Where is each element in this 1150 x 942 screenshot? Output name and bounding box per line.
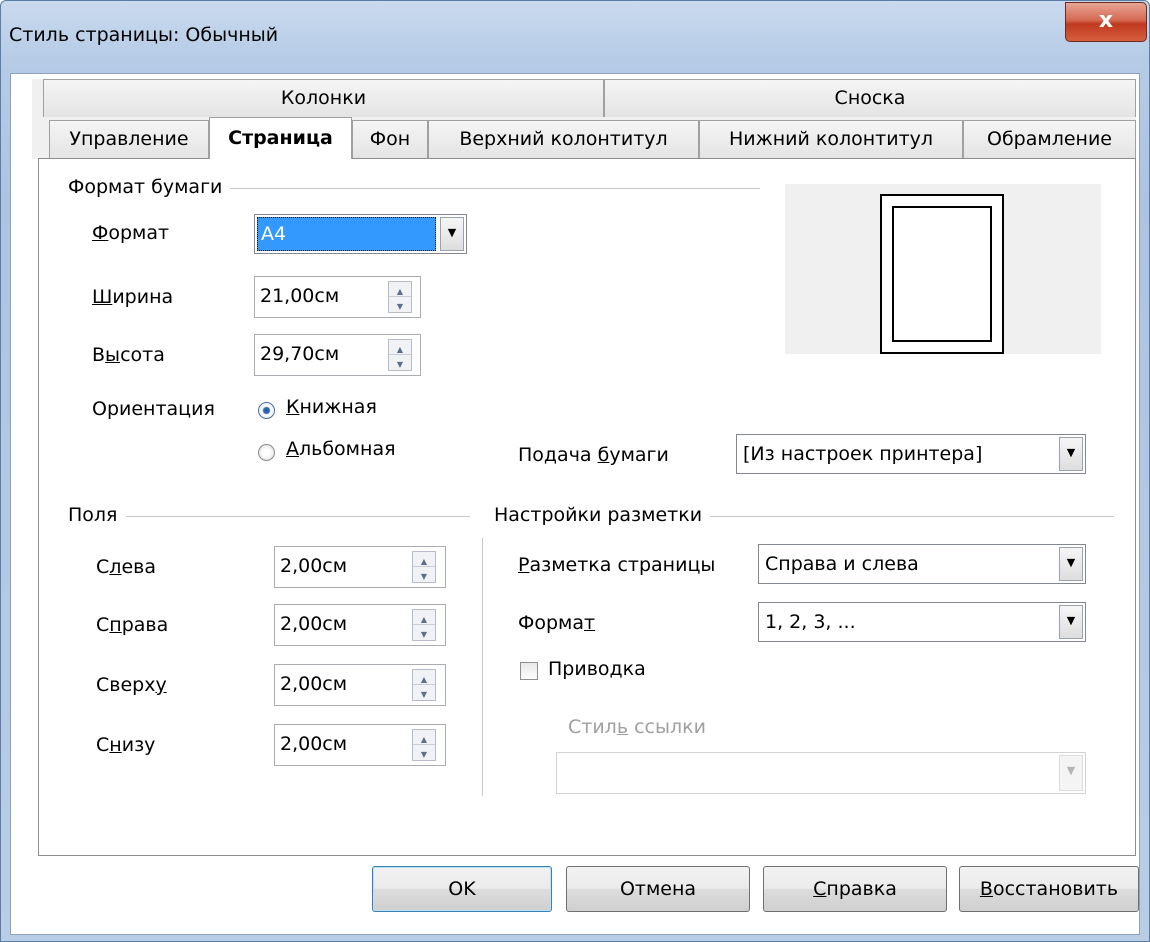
window-title: Стиль страницы: Обычный [9,24,279,46]
chevron-down-icon[interactable]: ▼ [1059,605,1083,639]
reference-style-select[interactable]: ▼ [556,752,1086,794]
spin-up-icon[interactable]: ▲ [413,610,435,625]
spin-up-icon[interactable]: ▲ [413,670,435,685]
height-spin[interactable]: ▲ ▼ [388,339,412,371]
paper-tray-select[interactable]: [Из настроек принтера] ▼ [736,434,1086,474]
spin-down-icon[interactable]: ▼ [413,567,435,582]
tab-organizer[interactable]: Управление [49,120,209,158]
margin-bottom-label: Снизу [96,734,156,756]
chevron-down-icon[interactable]: ▼ [1059,547,1083,581]
tab-footer[interactable]: Нижний колонтитул [699,120,963,158]
page-layout-select[interactable]: Справа и слева ▼ [758,544,1086,584]
close-button[interactable]: x [1065,2,1147,42]
cancel-button[interactable]: Отмена [566,866,750,912]
reset-button[interactable]: Восстановить [959,866,1139,912]
margin-left-spin[interactable]: ▲ ▼ [412,551,436,583]
format-value: A4 [261,223,287,245]
margin-left-value: 2,00см [280,555,348,577]
register-true-label[interactable]: Приводка [548,658,646,680]
group-divider [482,538,483,796]
margin-left-label: Слева [96,556,156,578]
spin-up-icon[interactable]: ▲ [413,730,435,745]
margin-bottom-value: 2,00см [280,733,348,755]
group-label-margins: Поля [68,504,126,526]
margin-right-value: 2,00см [280,613,348,635]
page-preview-margins [892,206,992,342]
tab-columns[interactable]: Колонки [43,79,604,117]
page-preview-sheet [880,194,1004,354]
margin-bottom-spin[interactable]: ▲ ▼ [412,729,436,761]
spin-up-icon[interactable]: ▲ [389,340,411,355]
width-value: 21,00см [260,285,340,307]
group-label-paper-format: Формат бумаги [68,176,231,198]
spin-up-icon[interactable]: ▲ [413,552,435,567]
ok-button[interactable]: OK [372,866,552,912]
orientation-label: Ориентация [92,398,215,420]
help-button-label: Справка [813,878,897,900]
reference-style-label: Стиль ссылки [568,716,706,738]
separator [70,516,470,517]
spin-down-icon[interactable]: ▼ [389,297,411,312]
portrait-label[interactable]: Книжная [286,396,377,418]
tab-label: Обрамление [986,128,1112,150]
tab-label: Верхний колонтитул [459,128,668,150]
chevron-down-icon[interactable]: ▼ [1059,755,1083,791]
chevron-down-icon[interactable]: ▼ [440,217,464,251]
landscape-radio[interactable] [258,444,275,461]
portrait-radio[interactable] [258,402,275,419]
help-button[interactable]: Справка [763,866,947,912]
tab-header[interactable]: Верхний колонтитул [428,120,699,158]
title-bar[interactable]: Стиль страницы: Обычный x [1,1,1149,73]
page-layout-value: Справа и слева [765,553,919,575]
margin-top-spin[interactable]: ▲ ▼ [412,669,436,701]
paper-tray-label: Подача бумаги [518,444,669,466]
width-label: Ширина [92,286,174,308]
tab-background[interactable]: Фон [352,120,428,158]
format-select[interactable]: A4 ▼ [254,214,467,254]
width-spin[interactable]: ▲ ▼ [388,281,412,313]
spin-down-icon[interactable]: ▼ [413,625,435,640]
page-preview [785,184,1101,354]
tab-label: Колонки [280,87,367,109]
margin-right-spin[interactable]: ▲ ▼ [412,609,436,641]
tab-page[interactable]: Страница [209,117,352,159]
height-value: 29,70см [260,343,340,365]
tab-label: Нижний колонтитул [728,128,934,150]
numbering-format-value: 1, 2, 3, ... [765,611,856,633]
spin-up-icon[interactable]: ▲ [389,282,411,297]
chevron-down-icon[interactable]: ▼ [1059,437,1083,471]
tab-footnote[interactable]: Сноска [604,79,1136,117]
tab-label: Фон [369,128,411,150]
paper-tray-value: [Из настроек принтера] [743,443,983,465]
margin-right-label: Справа [96,614,169,636]
landscape-label[interactable]: Альбомная [286,438,396,460]
reset-button-label: Восстановить [979,878,1119,900]
ok-button-label: OK [448,878,476,900]
spin-down-icon[interactable]: ▼ [389,355,411,370]
format-label: Формат [92,222,170,244]
tab-label: Страница [228,127,333,149]
height-label: Высота [92,344,165,366]
numbering-format-label: Формат [518,612,596,634]
cancel-button-label: Отмена [619,878,697,900]
close-icon: x [1098,8,1114,33]
tab-label: Сноска [834,87,906,109]
tab-label: Управление [69,128,189,150]
spin-down-icon[interactable]: ▼ [413,745,435,760]
tab-borders[interactable]: Обрамление [963,120,1136,158]
spin-down-icon[interactable]: ▼ [413,685,435,700]
numbering-format-select[interactable]: 1, 2, 3, ... ▼ [758,602,1086,642]
page-layout-label: Разметка страницы [518,554,716,576]
margin-top-value: 2,00см [280,673,348,695]
register-true-checkbox[interactable] [520,662,538,680]
group-label-layout-settings: Настройки разметки [494,504,711,526]
margin-top-label: Сверху [96,674,167,696]
